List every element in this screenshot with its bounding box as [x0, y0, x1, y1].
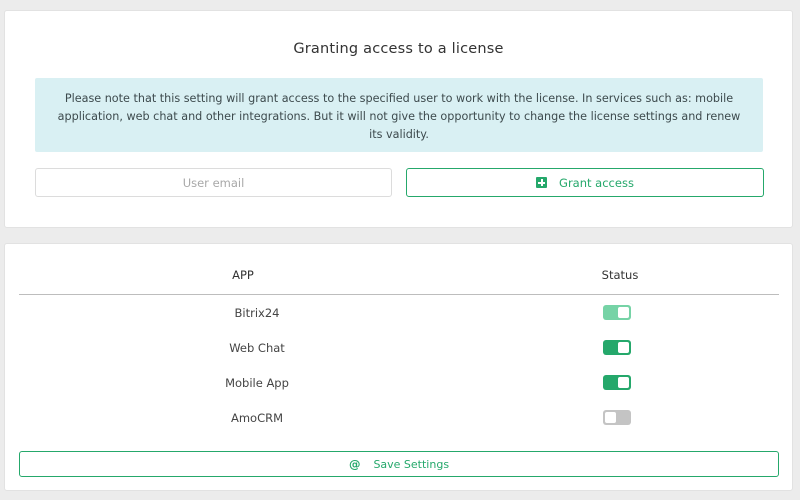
grant-access-title: Granting access to a license: [293, 41, 504, 57]
app-name: Bitrix24: [234, 305, 280, 320]
grant-access-button[interactable]: Grant access: [406, 168, 764, 197]
table-row-bitrix24: Bitrix24: [19, 295, 779, 330]
status-column-header: Status: [601, 268, 639, 282]
status-toggle-web-chat[interactable]: [603, 340, 631, 355]
status-toggle-bitrix24[interactable]: [603, 305, 631, 320]
status-toggle-amocrm[interactable]: [603, 410, 631, 425]
info-notice: Please note that this setting will grant…: [35, 78, 763, 152]
table-row-mobile-app: Mobile App: [19, 365, 779, 400]
app-name: AmoCRM: [230, 410, 284, 425]
toggle-knob: [605, 412, 616, 423]
at-icon: @: [348, 457, 361, 471]
table-row-amocrm: AmoCRM: [19, 400, 779, 435]
user-email-input[interactable]: [35, 168, 392, 197]
app-column-header: APP: [232, 268, 254, 282]
app-name: Web Chat: [229, 340, 285, 355]
table-row-web-chat: Web Chat: [19, 330, 779, 365]
save-settings-button[interactable]: @ Save Settings: [19, 451, 779, 477]
grant-access-label: Grant access: [559, 175, 634, 190]
app-name: Mobile App: [225, 375, 289, 390]
grant-access-card: Granting access to a license Please note…: [4, 10, 793, 228]
toggle-knob: [618, 342, 629, 353]
apps-settings-card: APP Status Bitrix24 Web Chat Mobile App …: [4, 243, 793, 491]
plus-square-icon: [536, 177, 548, 188]
toggle-knob: [618, 307, 629, 318]
toggle-knob: [618, 377, 629, 388]
status-toggle-mobile-app[interactable]: [603, 375, 631, 390]
save-settings-label: Save Settings: [373, 457, 450, 471]
